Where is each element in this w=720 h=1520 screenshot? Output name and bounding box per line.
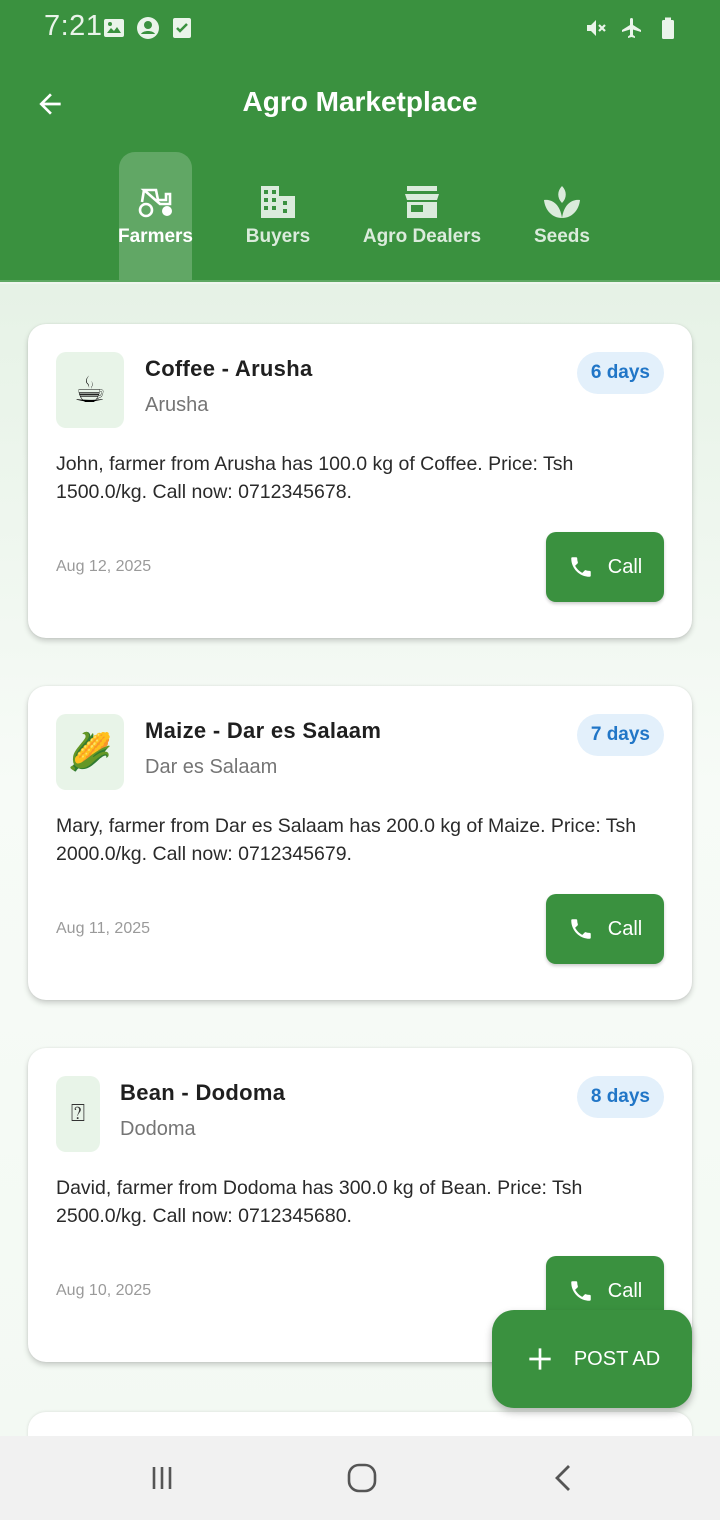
listing-title: Bean - Dodoma bbox=[120, 1080, 286, 1105]
store-icon bbox=[405, 186, 439, 218]
listing-date: Aug 10, 2025 bbox=[56, 1282, 152, 1299]
call-button[interactable]: Call bbox=[546, 532, 664, 602]
listing-location: Dar es Salaam bbox=[145, 756, 278, 778]
coffee-icon: ☕ bbox=[56, 352, 124, 428]
listing-card[interactable]: ☕ Coffee - Arusha Arusha 6 days John, fa… bbox=[28, 324, 692, 638]
tab-farmers[interactable]: Farmers bbox=[118, 152, 193, 280]
listing-title: Coffee - Arusha bbox=[145, 356, 313, 381]
tractor-icon bbox=[138, 188, 172, 218]
phone-icon bbox=[571, 557, 591, 577]
tab-label: Seeds bbox=[534, 226, 590, 247]
tab-seeds[interactable]: Seeds bbox=[526, 152, 598, 280]
listing-date: Aug 12, 2025 bbox=[56, 558, 152, 575]
days-badge: 8 days bbox=[576, 1076, 664, 1118]
recents-icon bbox=[152, 1467, 172, 1489]
listing-description: Mary, farmer from Dar es Salaam has 200.… bbox=[56, 815, 637, 865]
tab-label: Agro Dealers bbox=[362, 226, 482, 247]
chevron-left-icon bbox=[555, 1465, 570, 1491]
listing-date: Aug 11, 2025 bbox=[56, 920, 151, 937]
listing-description: John, farmer from Arusha has 100.0 kg of… bbox=[56, 453, 574, 503]
battery-icon bbox=[662, 17, 674, 39]
home-circle-icon bbox=[347, 1463, 377, 1493]
mute-icon bbox=[587, 20, 606, 36]
listing-description: David, farmer from Dodoma has 300.0 kg o… bbox=[56, 1177, 583, 1227]
call-label: Call bbox=[607, 1279, 643, 1302]
tab-agro-dealers[interactable]: Agro Dealers bbox=[360, 152, 484, 280]
tab-label: Buyers bbox=[245, 226, 311, 247]
account-circle-icon bbox=[137, 17, 159, 39]
home-button[interactable] bbox=[340, 1456, 384, 1500]
call-label: Call bbox=[607, 917, 643, 940]
system-nav-bar bbox=[0, 1436, 720, 1520]
call-label: Call bbox=[607, 555, 643, 578]
image-icon bbox=[104, 19, 124, 37]
page-title: Agro Marketplace bbox=[242, 86, 478, 117]
tab-buyers[interactable]: Buyers bbox=[238, 152, 318, 280]
system-back-button[interactable] bbox=[542, 1456, 586, 1500]
listing-location: Dodoma bbox=[120, 1118, 196, 1140]
status-time: 7:21 bbox=[44, 10, 103, 42]
sprout-icon bbox=[544, 186, 580, 218]
category-tabs: Farmers Buyers Agro Dealers Seeds bbox=[0, 152, 720, 282]
listing-title: Maize - Dar es Salaam bbox=[145, 718, 382, 743]
status-bar: 7:21 bbox=[0, 0, 720, 56]
listing-card-partial[interactable] bbox=[28, 1412, 692, 1436]
days-badge: 7 days bbox=[576, 714, 664, 756]
recent-apps-button[interactable] bbox=[140, 1456, 184, 1500]
post-ad-label: POST AD bbox=[573, 1347, 661, 1370]
phone-icon bbox=[571, 1281, 591, 1301]
airplane-icon bbox=[622, 18, 641, 38]
listing-feed[interactable]: ☕ Coffee - Arusha Arusha 6 days John, fa… bbox=[0, 284, 720, 1436]
post-ad-button[interactable]: POST AD bbox=[492, 1310, 692, 1408]
days-badge: 6 days bbox=[576, 352, 664, 394]
phone-icon bbox=[571, 919, 591, 939]
tab-label: Farmers bbox=[118, 226, 193, 247]
app-header: 7:21 Agro Marketplace Farmers Buyers Agr… bbox=[0, 0, 720, 282]
listing-location: Arusha bbox=[145, 394, 209, 416]
listing-card[interactable]: 🌽 Maize - Dar es Salaam Dar es Salaam 7 … bbox=[28, 686, 692, 1000]
checkbox-icon bbox=[173, 18, 191, 38]
building-icon bbox=[261, 186, 295, 218]
corn-icon: 🌽 bbox=[56, 714, 124, 790]
missing-glyph-icon: ⍰ bbox=[56, 1076, 100, 1152]
call-button[interactable]: Call bbox=[546, 894, 664, 964]
plus-icon bbox=[529, 1348, 551, 1370]
